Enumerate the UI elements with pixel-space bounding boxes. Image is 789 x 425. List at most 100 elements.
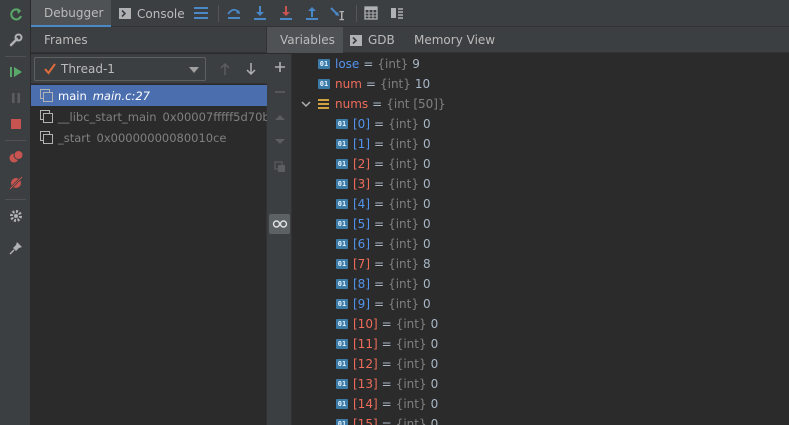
equals-sign: = (381, 317, 392, 331)
primitive-value-icon: 01 (336, 119, 348, 129)
console-icon (350, 34, 362, 46)
rerun-icon[interactable] (6, 5, 26, 25)
pause-icon[interactable] (6, 88, 26, 108)
variable-type: {int} (395, 397, 427, 411)
primitive-value-icon: 01 (336, 139, 348, 149)
variable-name: [10] (353, 317, 378, 331)
variable-name: [14] (353, 397, 378, 411)
variable-row[interactable]: 01 [10] = {int} 0 (336, 314, 438, 334)
stop-icon[interactable] (6, 114, 26, 134)
evaluate-table-icon[interactable] (362, 4, 380, 22)
variable-row[interactable]: 01 num = {int} 10 (318, 74, 430, 94)
pin-icon[interactable] (6, 238, 26, 258)
resume-icon[interactable] (6, 62, 26, 82)
remove-watch-icon[interactable] (269, 82, 290, 102)
variable-name: [12] (353, 357, 378, 371)
tab-debugger[interactable]: Debugger (31, 0, 111, 27)
variable-value: 0 (430, 357, 439, 371)
variable-value: 0 (430, 377, 439, 391)
variable-row[interactable]: 01 [13] = {int} 0 (336, 374, 438, 394)
thread-dropdown[interactable]: Thread-1 (34, 57, 206, 81)
variable-type: {int} (388, 197, 419, 211)
variable-name: [11] (353, 337, 378, 351)
layout-columns-icon[interactable] (388, 4, 406, 22)
frame-location: main.c:27 (92, 88, 150, 103)
equals-sign: = (374, 137, 385, 151)
variable-row[interactable]: 01 [3] = {int} 0 (336, 174, 431, 194)
variable-row-expanded[interactable]: nums = {int [50]} (300, 94, 446, 114)
variables-tab-bar: Variables GDB Memory View (267, 27, 789, 53)
variable-name: [7] (353, 257, 370, 271)
variable-type: {int} (395, 337, 427, 351)
add-watch-icon[interactable] (269, 57, 290, 77)
variable-row[interactable]: 01 [0] = {int} 0 (336, 114, 431, 134)
force-step-into-icon[interactable] (277, 4, 295, 22)
variable-row[interactable]: 01 [1] = {int} 0 (336, 134, 431, 154)
equals-sign: = (381, 417, 392, 425)
equals-sign: = (381, 377, 392, 391)
variable-type: {int} (377, 57, 409, 71)
primitive-value-icon: 01 (336, 359, 348, 369)
glasses-icon[interactable] (269, 214, 290, 234)
wrench-icon[interactable] (6, 30, 26, 50)
tab-debugger-label: Debugger (44, 5, 104, 20)
arrow-down-icon[interactable] (243, 60, 259, 78)
variable-row[interactable]: 01 [5] = {int} 0 (336, 214, 431, 234)
frames-title: Frames (44, 32, 88, 47)
variable-row[interactable]: 01 [14] = {int} 0 (336, 394, 438, 414)
move-down-icon[interactable] (269, 132, 290, 152)
tab-memory-view-label: Memory View (414, 33, 496, 47)
variable-name: [0] (353, 117, 370, 131)
debug-side-toolbar (0, 0, 31, 425)
arrow-up-icon[interactable] (217, 60, 233, 78)
variable-row[interactable]: 01 [4] = {int} 0 (336, 194, 431, 214)
variable-row[interactable]: 01 [11] = {int} 0 (336, 334, 438, 354)
variable-row[interactable]: 01 lose = {int} 9 (318, 54, 420, 74)
variable-row[interactable]: 01 [15] = {int} 0 (336, 414, 438, 425)
variable-value: 0 (422, 297, 431, 311)
console-icon (119, 8, 131, 19)
frame-row[interactable]: _start 0x00000000080010ce (31, 127, 267, 148)
settings-gear-icon[interactable] (6, 206, 26, 226)
primitive-value-icon: 01 (336, 239, 348, 249)
tab-console[interactable]: Console (119, 0, 185, 27)
variable-type: {int} (395, 377, 427, 391)
variable-row[interactable]: 01 [8] = {int} 0 (336, 274, 431, 294)
move-up-icon[interactable] (269, 107, 290, 127)
variable-type: {int} (388, 237, 419, 251)
variable-name: [6] (353, 237, 370, 251)
step-out-icon[interactable] (303, 4, 321, 22)
variable-type: {int} (395, 417, 427, 425)
step-over-icon[interactable] (225, 4, 243, 22)
variable-name: num (335, 77, 362, 91)
variable-name: [15] (353, 417, 378, 425)
tab-gdb[interactable]: GDB (350, 27, 395, 53)
frames-panel: Frames Thread-1 main main.c:27 __libc_star… (31, 27, 267, 425)
equals-sign: = (374, 197, 385, 211)
frame-row[interactable]: main main.c:27 (31, 85, 267, 106)
primitive-value-icon: 01 (318, 59, 330, 69)
variable-row[interactable]: 01 [7] = {int} 8 (336, 254, 431, 274)
primitive-value-icon: 01 (336, 339, 348, 349)
variable-row[interactable]: 01 [2] = {int} 0 (336, 154, 431, 174)
primitive-value-icon: 01 (336, 299, 348, 309)
equals-sign: = (365, 77, 376, 91)
mute-breakpoints-icon[interactable] (6, 173, 26, 193)
view-breakpoints-icon[interactable] (6, 147, 26, 167)
tab-memory-view[interactable]: Memory View (414, 27, 495, 53)
duplicate-icon[interactable] (269, 157, 290, 177)
variable-row[interactable]: 01 [9] = {int} 0 (336, 294, 431, 314)
tab-variables[interactable]: Variables (267, 27, 343, 53)
frame-row[interactable]: __libc_start_main 0x00007fffff5d70b3 (31, 106, 267, 127)
menu-lines-icon[interactable] (192, 4, 210, 22)
step-into-icon[interactable] (251, 4, 269, 22)
tab-console-label: Console (137, 6, 185, 21)
chevron-down-icon[interactable] (300, 98, 312, 110)
primitive-value-icon: 01 (336, 219, 348, 229)
variable-row[interactable]: 01 [6] = {int} 0 (336, 234, 431, 254)
variable-value: 0 (430, 397, 439, 411)
variable-row[interactable]: 01 [12] = {int} 0 (336, 354, 438, 374)
variable-name: nums (335, 97, 369, 111)
stack-frame-icon (40, 131, 53, 144)
run-to-cursor-icon[interactable] (329, 4, 347, 22)
